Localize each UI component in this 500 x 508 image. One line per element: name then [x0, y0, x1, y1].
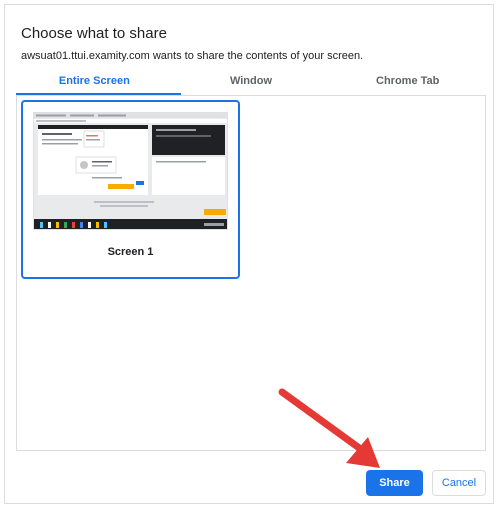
dialog-subtitle: awsuat01.ttui.examity.com wants to share…	[21, 50, 364, 62]
tab-entire-screen[interactable]: Entire Screen	[16, 72, 173, 94]
share-button[interactable]: Share	[366, 470, 423, 496]
tab-window[interactable]: Window	[173, 72, 330, 94]
screen-thumbnail	[33, 112, 228, 230]
tab-chrome-tab[interactable]: Chrome Tab	[329, 72, 486, 94]
screen-1-card[interactable]: Screen 1	[21, 100, 240, 279]
source-tabs: Entire Screen Window Chrome Tab	[16, 72, 486, 94]
source-list: Screen 1	[16, 96, 486, 451]
cancel-button[interactable]: Cancel	[432, 470, 486, 496]
dialog-title: Choose what to share	[21, 25, 167, 42]
screen-1-label: Screen 1	[107, 246, 154, 258]
